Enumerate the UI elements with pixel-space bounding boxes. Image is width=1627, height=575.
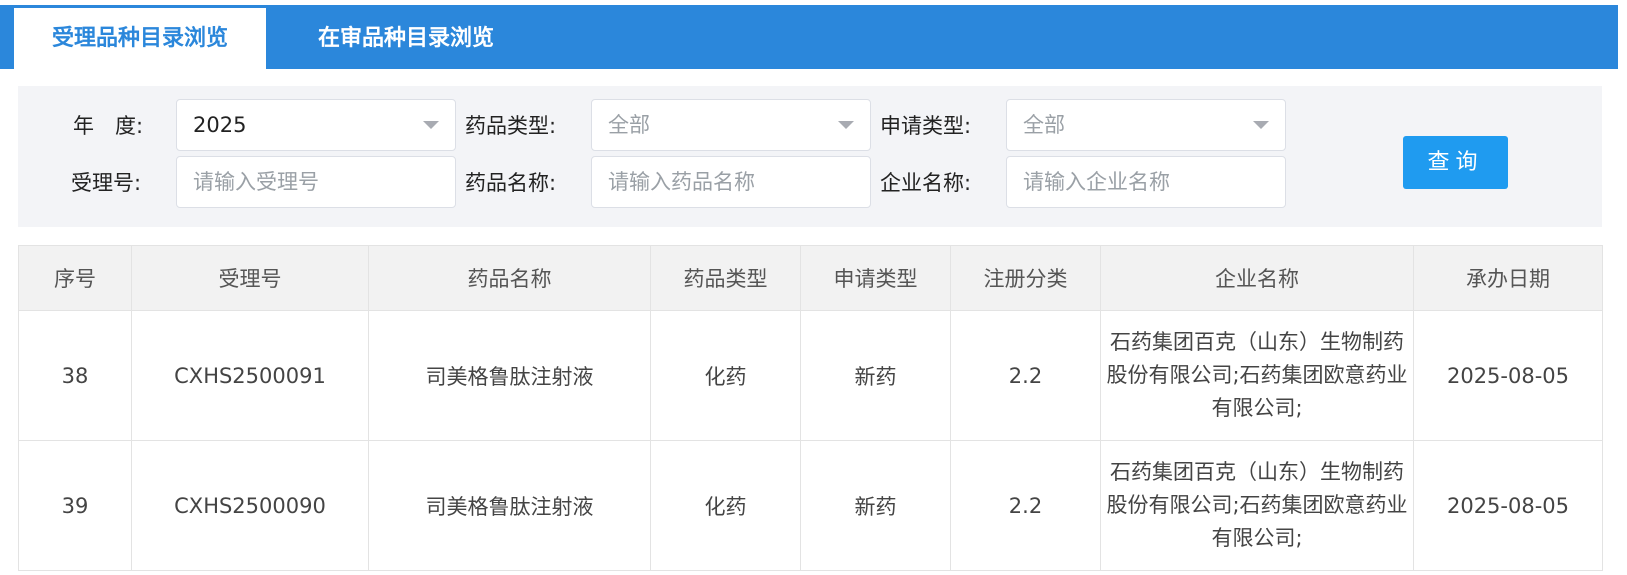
cell-apply-type: 新药: [800, 440, 951, 571]
col-header-drug-name: 药品名称: [368, 245, 651, 311]
apply-type-value: 全部: [1023, 113, 1065, 137]
col-header-apply-type: 申请类型: [800, 245, 951, 311]
col-header-company: 企业名称: [1100, 245, 1414, 311]
cell-drug-name: 司美格鲁肽注射液: [368, 440, 651, 571]
col-header-drug-type: 药品类型: [650, 245, 801, 311]
cell-company: 石药集团百克（山东）生物制药股份有限公司;石药集团欧意药业有限公司;: [1100, 440, 1414, 571]
year-select[interactable]: 2025: [176, 99, 456, 151]
cell-date: 2025-08-05: [1413, 310, 1603, 441]
apply-type-select[interactable]: 全部: [1006, 99, 1286, 151]
col-header-reg-class: 注册分类: [950, 245, 1101, 311]
cell-accept-no: CXHS2500090: [131, 440, 369, 571]
chevron-down-icon: [838, 121, 854, 129]
cell-accept-no: CXHS2500091: [131, 310, 369, 441]
drug-type-select[interactable]: 全部: [591, 99, 871, 151]
accept-no-input[interactable]: [176, 156, 456, 208]
apply-type-label: 申请类型:: [880, 114, 972, 138]
chevron-down-icon: [423, 121, 439, 129]
cell-reg-class: 2.2: [950, 310, 1101, 441]
cell-reg-class: 2.2: [950, 440, 1101, 571]
cell-company: 石药集团百克（山东）生物制药股份有限公司;石药集团欧意药业有限公司;: [1100, 310, 1414, 441]
results-table: 序号 受理号 药品名称 药品类型 申请类型 注册分类 企业名称 承办日期 38 …: [18, 245, 1603, 571]
cell-date: 2025-08-05: [1413, 440, 1603, 571]
year-value: 2025: [193, 113, 247, 137]
table-header-row: 序号 受理号 药品名称 药品类型 申请类型 注册分类 企业名称 承办日期: [18, 245, 1603, 311]
drug-name-input[interactable]: [591, 156, 871, 208]
table-row[interactable]: 38 CXHS2500091 司美格鲁肽注射液 化药 新药 2.2 石药集团百克…: [18, 310, 1603, 441]
tab-accepted-catalog[interactable]: 受理品种目录浏览: [14, 8, 266, 69]
year-label: 年 度:: [73, 114, 144, 138]
cell-drug-name: 司美格鲁肽注射液: [368, 310, 651, 441]
cell-apply-type: 新药: [800, 310, 951, 441]
cell-drug-type: 化药: [650, 440, 801, 571]
drug-type-value: 全部: [608, 113, 650, 137]
col-header-accept-no: 受理号: [131, 245, 369, 311]
tab-bar: 受理品种目录浏览 在审品种目录浏览: [0, 5, 1618, 69]
cell-index: 39: [18, 440, 132, 571]
cell-index: 38: [18, 310, 132, 441]
table-row[interactable]: 39 CXHS2500090 司美格鲁肽注射液 化药 新药 2.2 石药集团百克…: [18, 440, 1603, 571]
drug-name-label: 药品名称:: [465, 171, 557, 195]
col-header-index: 序号: [18, 245, 132, 311]
accept-no-label: 受理号:: [71, 171, 142, 195]
col-header-date: 承办日期: [1413, 245, 1603, 311]
company-label: 企业名称:: [880, 171, 972, 195]
company-input[interactable]: [1006, 156, 1286, 208]
cell-drug-type: 化药: [650, 310, 801, 441]
query-button[interactable]: 查询: [1403, 136, 1508, 189]
tab-under-review-catalog[interactable]: 在审品种目录浏览: [266, 8, 546, 69]
chevron-down-icon: [1253, 121, 1269, 129]
filter-panel: 年 度: 2025 药品类型: 全部 申请类型: 全部 受理号: 药品名称: 企…: [18, 86, 1602, 227]
drug-type-label: 药品类型:: [465, 114, 557, 138]
